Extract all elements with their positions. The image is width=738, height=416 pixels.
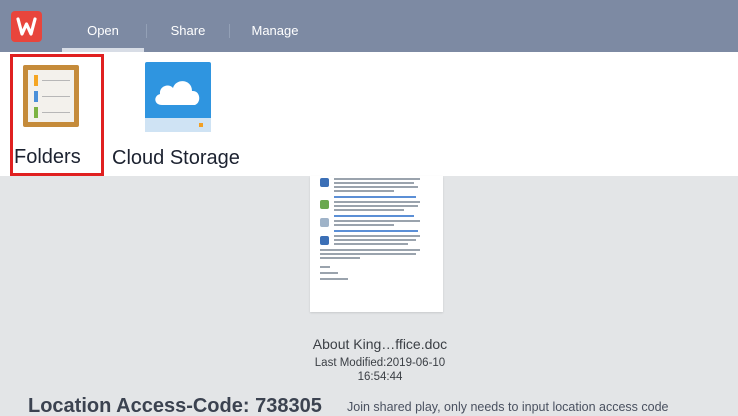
tab-manage[interactable]: Manage — [232, 0, 318, 52]
document-thumbnail[interactable] — [310, 176, 443, 312]
doc-image — [320, 200, 329, 209]
tab-open-label: Open — [87, 23, 119, 38]
location-access-code: Location Access-Code: 738305 — [28, 396, 322, 416]
folders-label: Folders — [14, 146, 81, 168]
doc-image — [320, 178, 329, 187]
file-name[interactable]: About King…ffice.doc — [280, 336, 480, 352]
tab-divider — [146, 24, 147, 38]
file-last-modified: Last Modified:2019-06-10 — [314, 357, 446, 369]
top-bar: Open Share Manage — [0, 0, 738, 52]
access-code-hint: Join shared play, only needs to input lo… — [347, 400, 669, 414]
wps-logo-icon[interactable] — [11, 11, 42, 42]
source-panel: Folders Cloud Storage — [0, 52, 738, 176]
folders-icon — [23, 65, 79, 127]
tab-manage-label: Manage — [251, 23, 299, 38]
doc-image — [320, 236, 329, 245]
tab-divider — [229, 24, 230, 38]
cloud-storage-tile[interactable]: Cloud Storage — [112, 54, 252, 176]
file-modified-time: 16:54:44 — [357, 371, 403, 383]
folders-tile[interactable]: Folders — [10, 54, 104, 176]
doc-image — [320, 218, 329, 227]
location-access-bar: Location Access-Code: 738305 Join shared… — [0, 396, 738, 416]
cloud-storage-icon — [145, 62, 211, 132]
tab-share-label: Share — [170, 23, 206, 38]
tab-open[interactable]: Open — [62, 0, 144, 52]
tab-share[interactable]: Share — [150, 0, 226, 52]
cloud-storage-label: Cloud Storage — [112, 147, 240, 169]
